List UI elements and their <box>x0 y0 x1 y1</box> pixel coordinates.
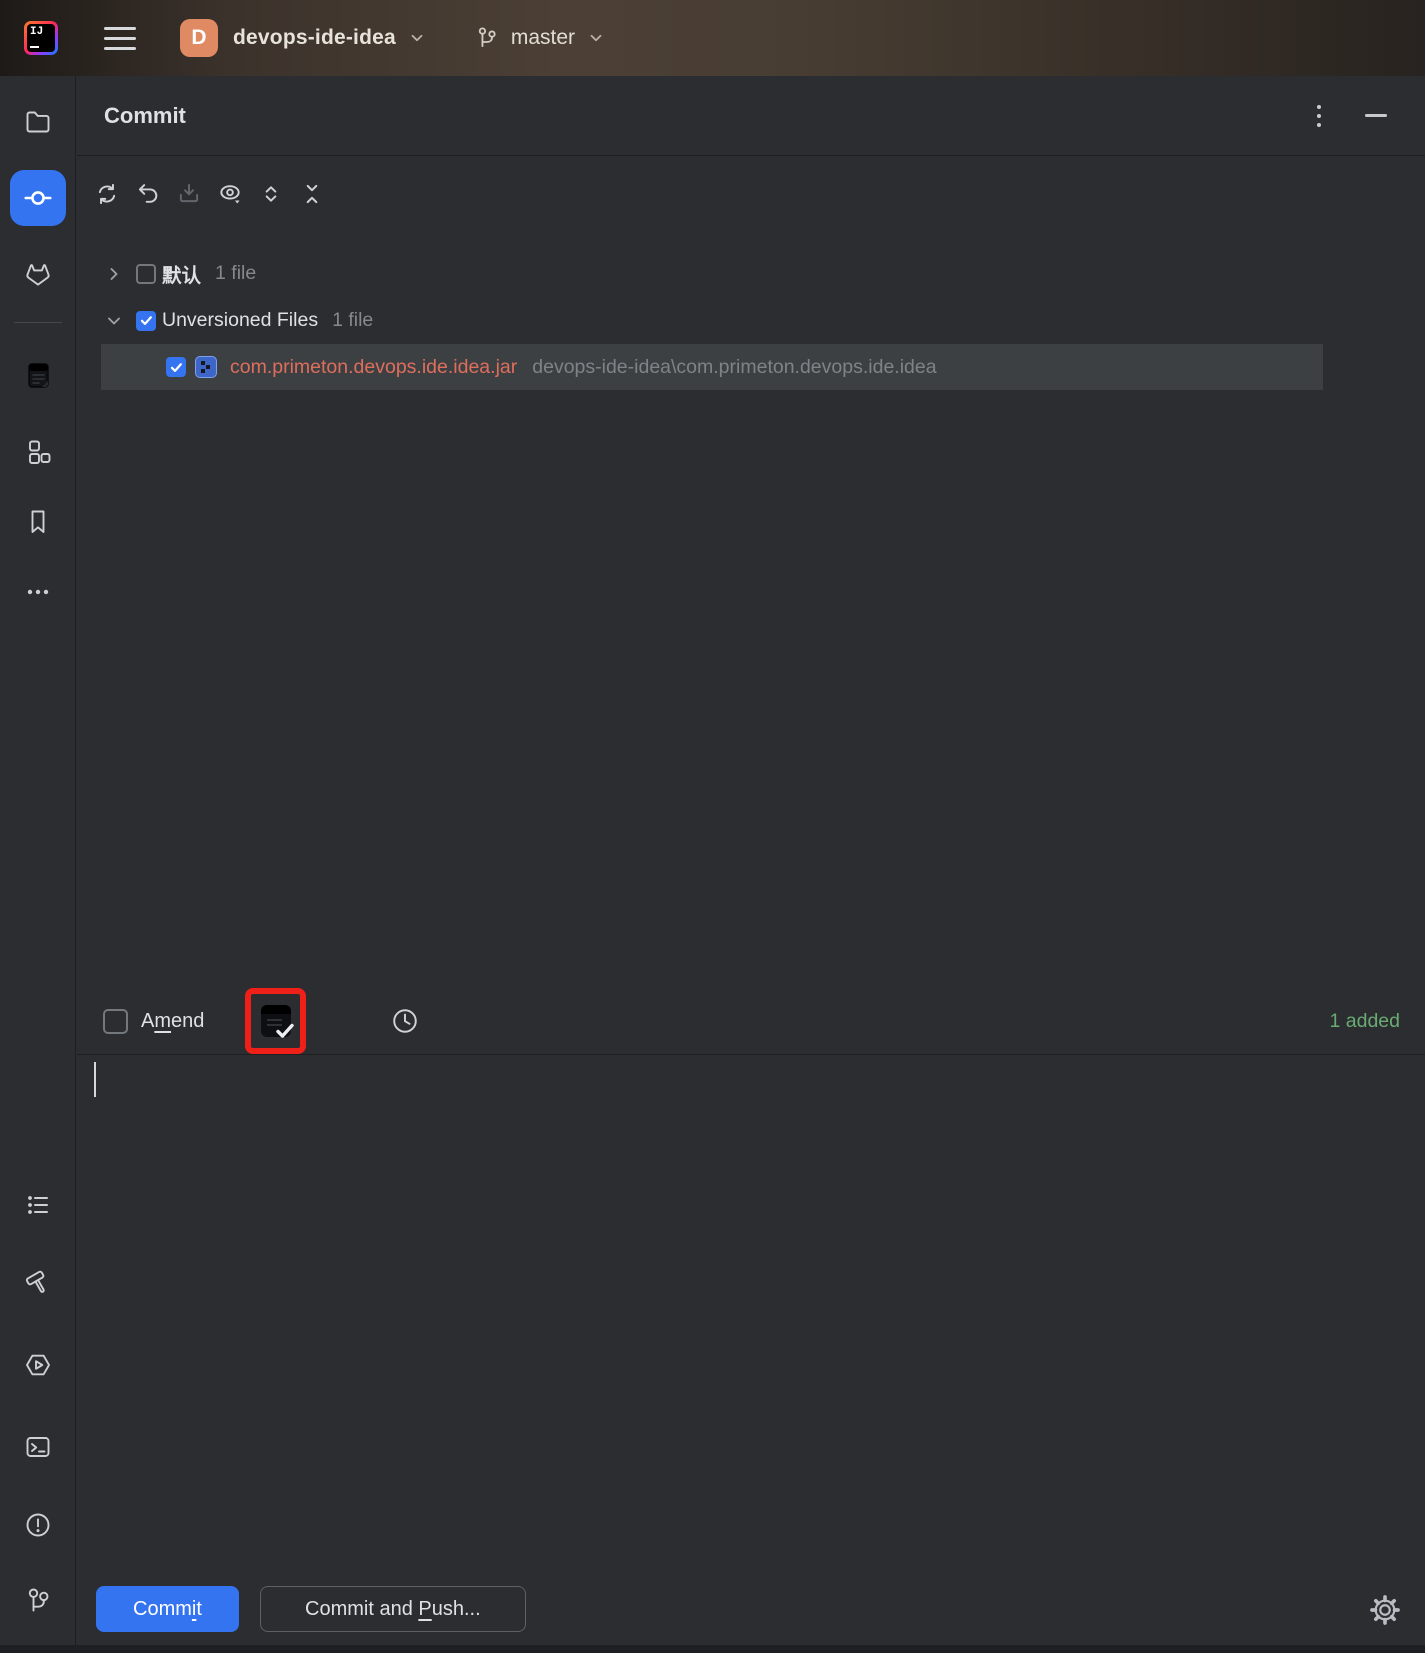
file-name: com.primeton.devops.ide.idea.jar <box>230 356 517 379</box>
panel-options-kebab-icon[interactable] <box>1313 101 1325 131</box>
collapse-all-icon[interactable] <box>299 181 325 207</box>
sidebar-item-gitlab[interactable] <box>19 256 57 294</box>
refresh-icon[interactable] <box>94 181 120 207</box>
sidebar-item-services[interactable] <box>19 1346 57 1384</box>
group-checkbox-checked[interactable] <box>136 311 156 331</box>
sidebar-item-version-control[interactable] <box>19 1581 57 1619</box>
file-row-selected[interactable]: com.primeton.devops.ide.idea.jar devops-… <box>101 344 1323 390</box>
window-bottom-edge <box>0 1645 1425 1653</box>
file-path: devops-ide-idea\com.primeton.devops.ide.… <box>532 356 936 379</box>
sidebar-item-todo[interactable] <box>19 1186 57 1224</box>
amend-label[interactable]: Amend <box>141 1010 204 1033</box>
commit-toolbar <box>77 157 1425 231</box>
sidebar-item-notebook[interactable] <box>19 356 57 394</box>
branch-name: master <box>511 26 575 50</box>
branch-widget[interactable]: master <box>474 25 605 51</box>
folder-icon <box>23 107 53 137</box>
more-dots-icon <box>23 577 53 607</box>
git-branch-icon <box>23 1585 53 1615</box>
services-icon <box>23 1350 53 1380</box>
changelist-checkbox-unchecked[interactable] <box>136 264 156 284</box>
group-count: 1 file <box>332 309 373 332</box>
sidebar-item-structure[interactable] <box>19 433 57 471</box>
todo-list-icon <box>23 1190 53 1220</box>
jar-archive-icon <box>195 356 217 378</box>
sidebar-item-bookmarks[interactable] <box>19 503 57 541</box>
sidebar-item-build[interactable] <box>19 1264 57 1302</box>
expand-all-icon[interactable] <box>258 181 284 207</box>
panel-minimize-icon[interactable] <box>1365 114 1387 117</box>
problems-icon <box>23 1510 53 1540</box>
sidebar-item-commit-selected[interactable] <box>10 170 66 226</box>
changes-tree: 默认 1 file Unversioned Files 1 file com.p… <box>77 250 1425 390</box>
changelist-name: 默认 <box>162 259 201 288</box>
commit-button[interactable]: Commit <box>96 1586 239 1632</box>
build-hammer-icon <box>23 1268 53 1298</box>
sidebar-divider <box>14 322 62 323</box>
shelve-icon[interactable] <box>176 181 202 207</box>
chevron-right-icon[interactable] <box>104 265 124 283</box>
changelist-row-default[interactable]: 默认 1 file <box>77 250 1425 297</box>
project-name[interactable]: devops-ide-idea <box>233 26 396 50</box>
sidebar-item-more[interactable] <box>19 573 57 611</box>
git-branch-icon <box>474 25 500 51</box>
view-options-eye-icon[interactable] <box>217 181 243 207</box>
changelist-count: 1 file <box>215 262 256 285</box>
settings-gear-icon[interactable] <box>1368 1593 1402 1627</box>
intellij-logo-icon[interactable]: IJ <box>24 21 58 55</box>
sidebar-item-project[interactable] <box>19 103 57 141</box>
gitlab-icon <box>23 260 53 290</box>
project-avatar[interactable]: D <box>180 19 218 57</box>
branch-chevron-down-icon <box>587 29 605 47</box>
project-chevron-down-icon[interactable] <box>408 29 426 47</box>
sidebar-item-terminal[interactable] <box>19 1428 57 1466</box>
sidebar-item-problems[interactable] <box>19 1506 57 1544</box>
titlebar: IJ D devops-ide-idea master <box>0 0 1425 76</box>
commit-and-push-button[interactable]: Commit and Push... <box>260 1586 526 1632</box>
terminal-icon <box>23 1432 53 1462</box>
commit-checks-icon[interactable] <box>261 1005 291 1037</box>
commit-message-input[interactable] <box>77 1055 1425 1565</box>
bookmark-icon <box>23 507 53 537</box>
red-annotation-box <box>245 988 306 1054</box>
notebook-icon <box>23 360 53 390</box>
group-name: Unversioned Files <box>162 309 318 332</box>
structure-icon <box>23 437 53 467</box>
files-added-status: 1 added <box>1330 1010 1401 1033</box>
tool-window-sidebar <box>0 76 76 1653</box>
commit-panel-header: Commit <box>77 76 1425 156</box>
panel-title: Commit <box>104 103 186 129</box>
chevron-down-icon[interactable] <box>104 312 124 330</box>
main-menu-hamburger-icon[interactable] <box>104 27 136 50</box>
commit-options-row: Amend 1 added <box>77 988 1425 1054</box>
commit-icon <box>22 182 54 214</box>
amend-checkbox-unchecked[interactable] <box>103 1009 128 1034</box>
intellij-logo-text: IJ <box>27 24 55 52</box>
commit-message-history-clock-icon[interactable] <box>391 1007 419 1035</box>
rollback-icon[interactable] <box>135 181 161 207</box>
text-caret <box>94 1062 96 1097</box>
group-row-unversioned[interactable]: Unversioned Files 1 file <box>77 297 1425 344</box>
file-checkbox-checked[interactable] <box>166 357 186 377</box>
